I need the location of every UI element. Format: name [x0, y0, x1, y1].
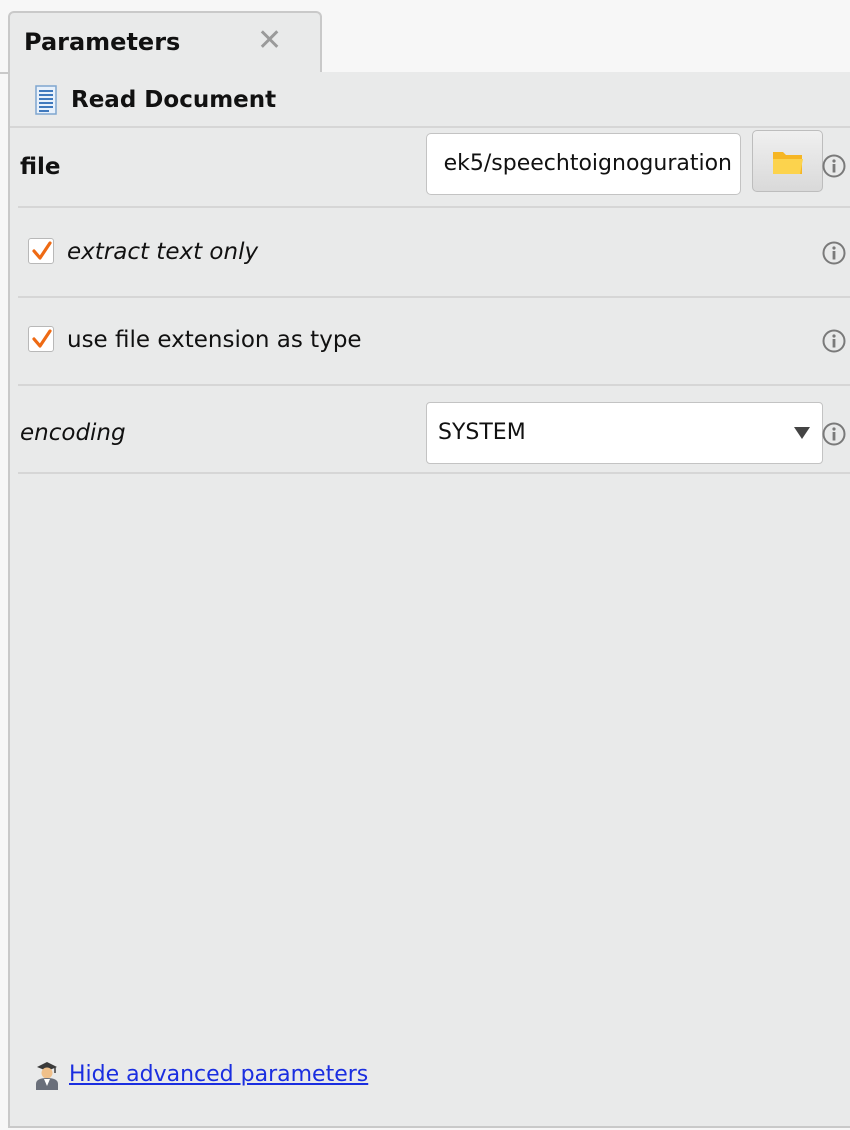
- checkmark-icon: [32, 329, 52, 348]
- param-label-file: file: [20, 154, 61, 180]
- parameters-panel: Read Document file ek5/speechtoignogurat…: [8, 72, 850, 1128]
- file-path-input[interactable]: ek5/speechtoignoguration: [426, 133, 741, 195]
- encoding-select[interactable]: SYSTEM: [426, 402, 823, 464]
- use-file-extension-checkbox[interactable]: [28, 326, 54, 352]
- dropdown-arrow-icon: [794, 427, 810, 439]
- extract-text-only-checkbox[interactable]: [28, 238, 54, 264]
- param-label-use-file-extension: use file extension as type: [67, 327, 362, 353]
- checkmark-icon: [32, 241, 52, 260]
- info-icon[interactable]: [822, 422, 846, 450]
- close-icon[interactable]: ✕: [257, 26, 282, 56]
- expert-user-icon: [32, 1060, 62, 1094]
- tab-title: Parameters: [24, 28, 181, 56]
- browse-file-button[interactable]: [752, 130, 823, 192]
- file-path-value: ek5/speechtoignoguration: [443, 151, 732, 176]
- param-row-extract-text-only: extract text only: [18, 208, 850, 298]
- info-icon[interactable]: [822, 154, 846, 182]
- operator-header: Read Document: [10, 72, 850, 128]
- param-label-encoding: encoding: [20, 420, 126, 446]
- operator-title: Read Document: [71, 87, 277, 113]
- document-icon: [35, 85, 57, 119]
- param-row-file: file ek5/speechtoignoguration: [18, 128, 850, 208]
- param-row-use-file-extension: use file extension as type: [18, 296, 850, 386]
- encoding-select-value: SYSTEM: [438, 420, 526, 445]
- param-row-encoding: encoding SYSTEM: [18, 384, 850, 474]
- info-icon[interactable]: [822, 329, 846, 357]
- param-label-extract-text-only: extract text only: [67, 239, 259, 265]
- hide-advanced-parameters-link[interactable]: Hide advanced parameters: [69, 1058, 368, 1092]
- tab-parameters[interactable]: Parameters ✕: [8, 11, 322, 74]
- info-icon[interactable]: [822, 241, 846, 269]
- tab-strip: Parameters ✕: [0, 0, 850, 74]
